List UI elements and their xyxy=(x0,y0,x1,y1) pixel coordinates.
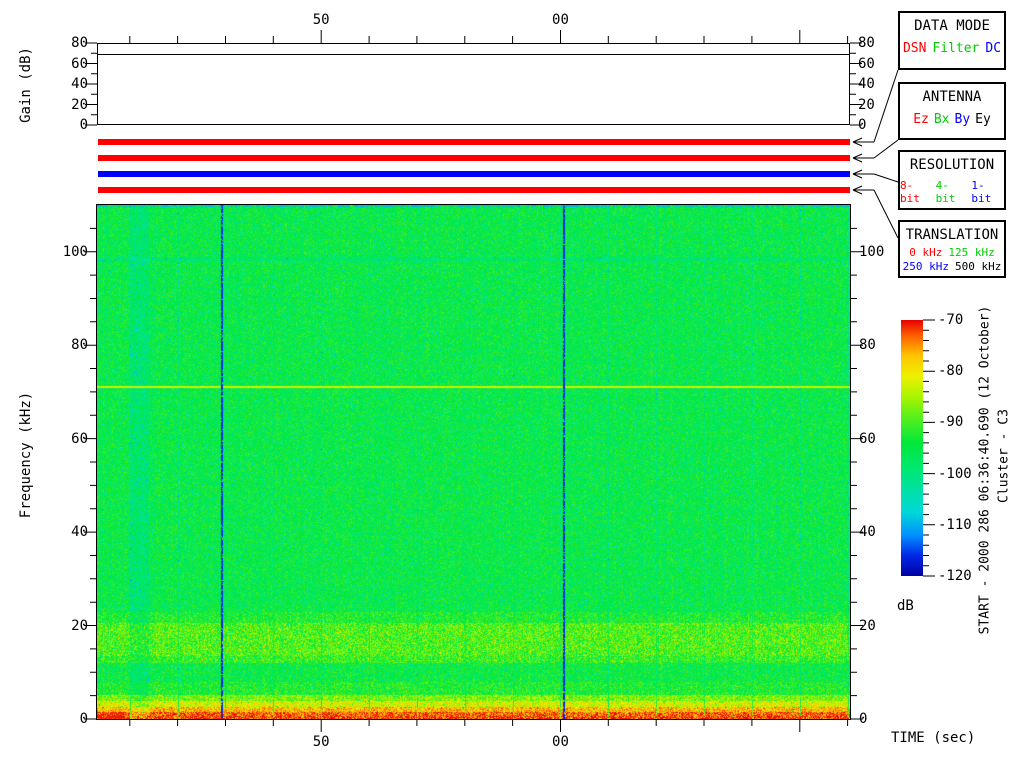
gain-tick-label-left: 60 xyxy=(71,56,88,72)
time-axis-label: TIME (sec) xyxy=(891,730,975,746)
freq-tick-label-left: 0 xyxy=(80,711,88,727)
antenna-bx: Bx xyxy=(934,112,950,127)
freq-tick-label-right: 60 xyxy=(859,431,876,447)
resolution-box: RESOLUTION 8-bit 4-bit 1-bit xyxy=(898,150,1006,210)
translation-box: TRANSLATION 0 kHz 125 kHz 250 kHz 500 kH… xyxy=(898,220,1006,278)
freq-tick-label-right: 100 xyxy=(859,244,884,260)
gain-tick-label-left: 40 xyxy=(71,76,88,92)
translation-title: TRANSLATION xyxy=(906,227,999,243)
gain-tick-label-right: 40 xyxy=(858,76,875,92)
time-tick-label-top: 50 xyxy=(313,12,330,28)
freq-tick-label-left: 40 xyxy=(71,524,88,540)
translation-500khz: 500 kHz xyxy=(955,260,1001,273)
resolution-8bit: 8-bit xyxy=(900,179,933,205)
frequency-axis-label: Frequency (kHz) xyxy=(18,392,34,518)
spacecraft-annotation: Cluster - C3 xyxy=(997,409,1012,503)
freq-tick-label-left: 20 xyxy=(71,618,88,634)
data-mode-box: DATA MODE DSN Filter DC xyxy=(898,11,1006,70)
translation-125khz: 125 kHz xyxy=(948,246,994,259)
spectrogram-canvas xyxy=(97,205,850,719)
colorbar-tick-label: -100 xyxy=(938,466,972,482)
freq-tick-label-right: 80 xyxy=(859,337,876,353)
colorbar-unit-label: dB xyxy=(897,598,914,614)
status-bar-translation xyxy=(98,187,850,193)
resolution-1bit: 1-bit xyxy=(971,179,1004,205)
translation-250khz: 250 kHz xyxy=(903,260,949,273)
freq-tick-label-right: 0 xyxy=(859,711,867,727)
antenna-ey: Ey xyxy=(975,112,991,127)
spectrogram-plot xyxy=(96,204,851,720)
gain-tick-label-left: 0 xyxy=(80,117,88,133)
gain-tick-label-right: 0 xyxy=(858,117,866,133)
antenna-title: ANTENNA xyxy=(922,89,981,105)
status-bar-data-mode xyxy=(98,139,850,145)
colorbar-tick-label: -70 xyxy=(938,312,963,328)
gain-axis-label: Gain (dB) xyxy=(18,47,34,123)
freq-tick-label-right: 40 xyxy=(859,524,876,540)
colorbar xyxy=(901,320,923,576)
start-time-annotation: START - 2000 286 06:36:40.690 (12 Octobe… xyxy=(978,306,993,635)
antenna-ez: Ez xyxy=(913,112,929,127)
colorbar-tick-label: -90 xyxy=(938,414,963,430)
freq-tick-label-left: 100 xyxy=(63,244,88,260)
gain-tick-label-right: 80 xyxy=(858,35,875,51)
data-mode-title: DATA MODE xyxy=(914,18,990,34)
gain-tick-label-right: 60 xyxy=(858,56,875,72)
freq-tick-label-left: 60 xyxy=(71,431,88,447)
resolution-4bit: 4-bit xyxy=(936,179,969,205)
translation-0khz: 0 kHz xyxy=(909,246,942,259)
gain-tick-label-right: 20 xyxy=(858,97,875,113)
status-bar-antenna xyxy=(98,155,850,161)
freq-tick-label-right: 20 xyxy=(859,618,876,634)
antenna-box: ANTENNA Ez Bx By Ey xyxy=(898,82,1006,140)
gain-trace-line xyxy=(98,54,849,55)
gain-plot-panel xyxy=(97,43,850,125)
colorbar-tick-label: -110 xyxy=(938,517,972,533)
data-mode-dsn: DSN xyxy=(903,41,926,56)
colorbar-tick-label: -120 xyxy=(938,568,972,584)
data-mode-filter: Filter xyxy=(932,41,979,56)
time-tick-label-bottom: 00 xyxy=(552,734,569,750)
antenna-by: By xyxy=(955,112,971,127)
wbd-spectrogram-screen: Gain (dB) Frequency (kHz) dB TIME (sec) … xyxy=(0,0,1024,768)
status-bar-resolution xyxy=(98,171,850,177)
resolution-title: RESOLUTION xyxy=(910,157,994,173)
data-mode-dc: DC xyxy=(985,41,1001,56)
colorbar-tick-label: -80 xyxy=(938,363,963,379)
time-tick-label-top: 00 xyxy=(552,12,569,28)
time-tick-label-bottom: 50 xyxy=(313,734,330,750)
freq-tick-label-left: 80 xyxy=(71,337,88,353)
gain-tick-label-left: 20 xyxy=(71,97,88,113)
gain-tick-label-left: 80 xyxy=(71,35,88,51)
